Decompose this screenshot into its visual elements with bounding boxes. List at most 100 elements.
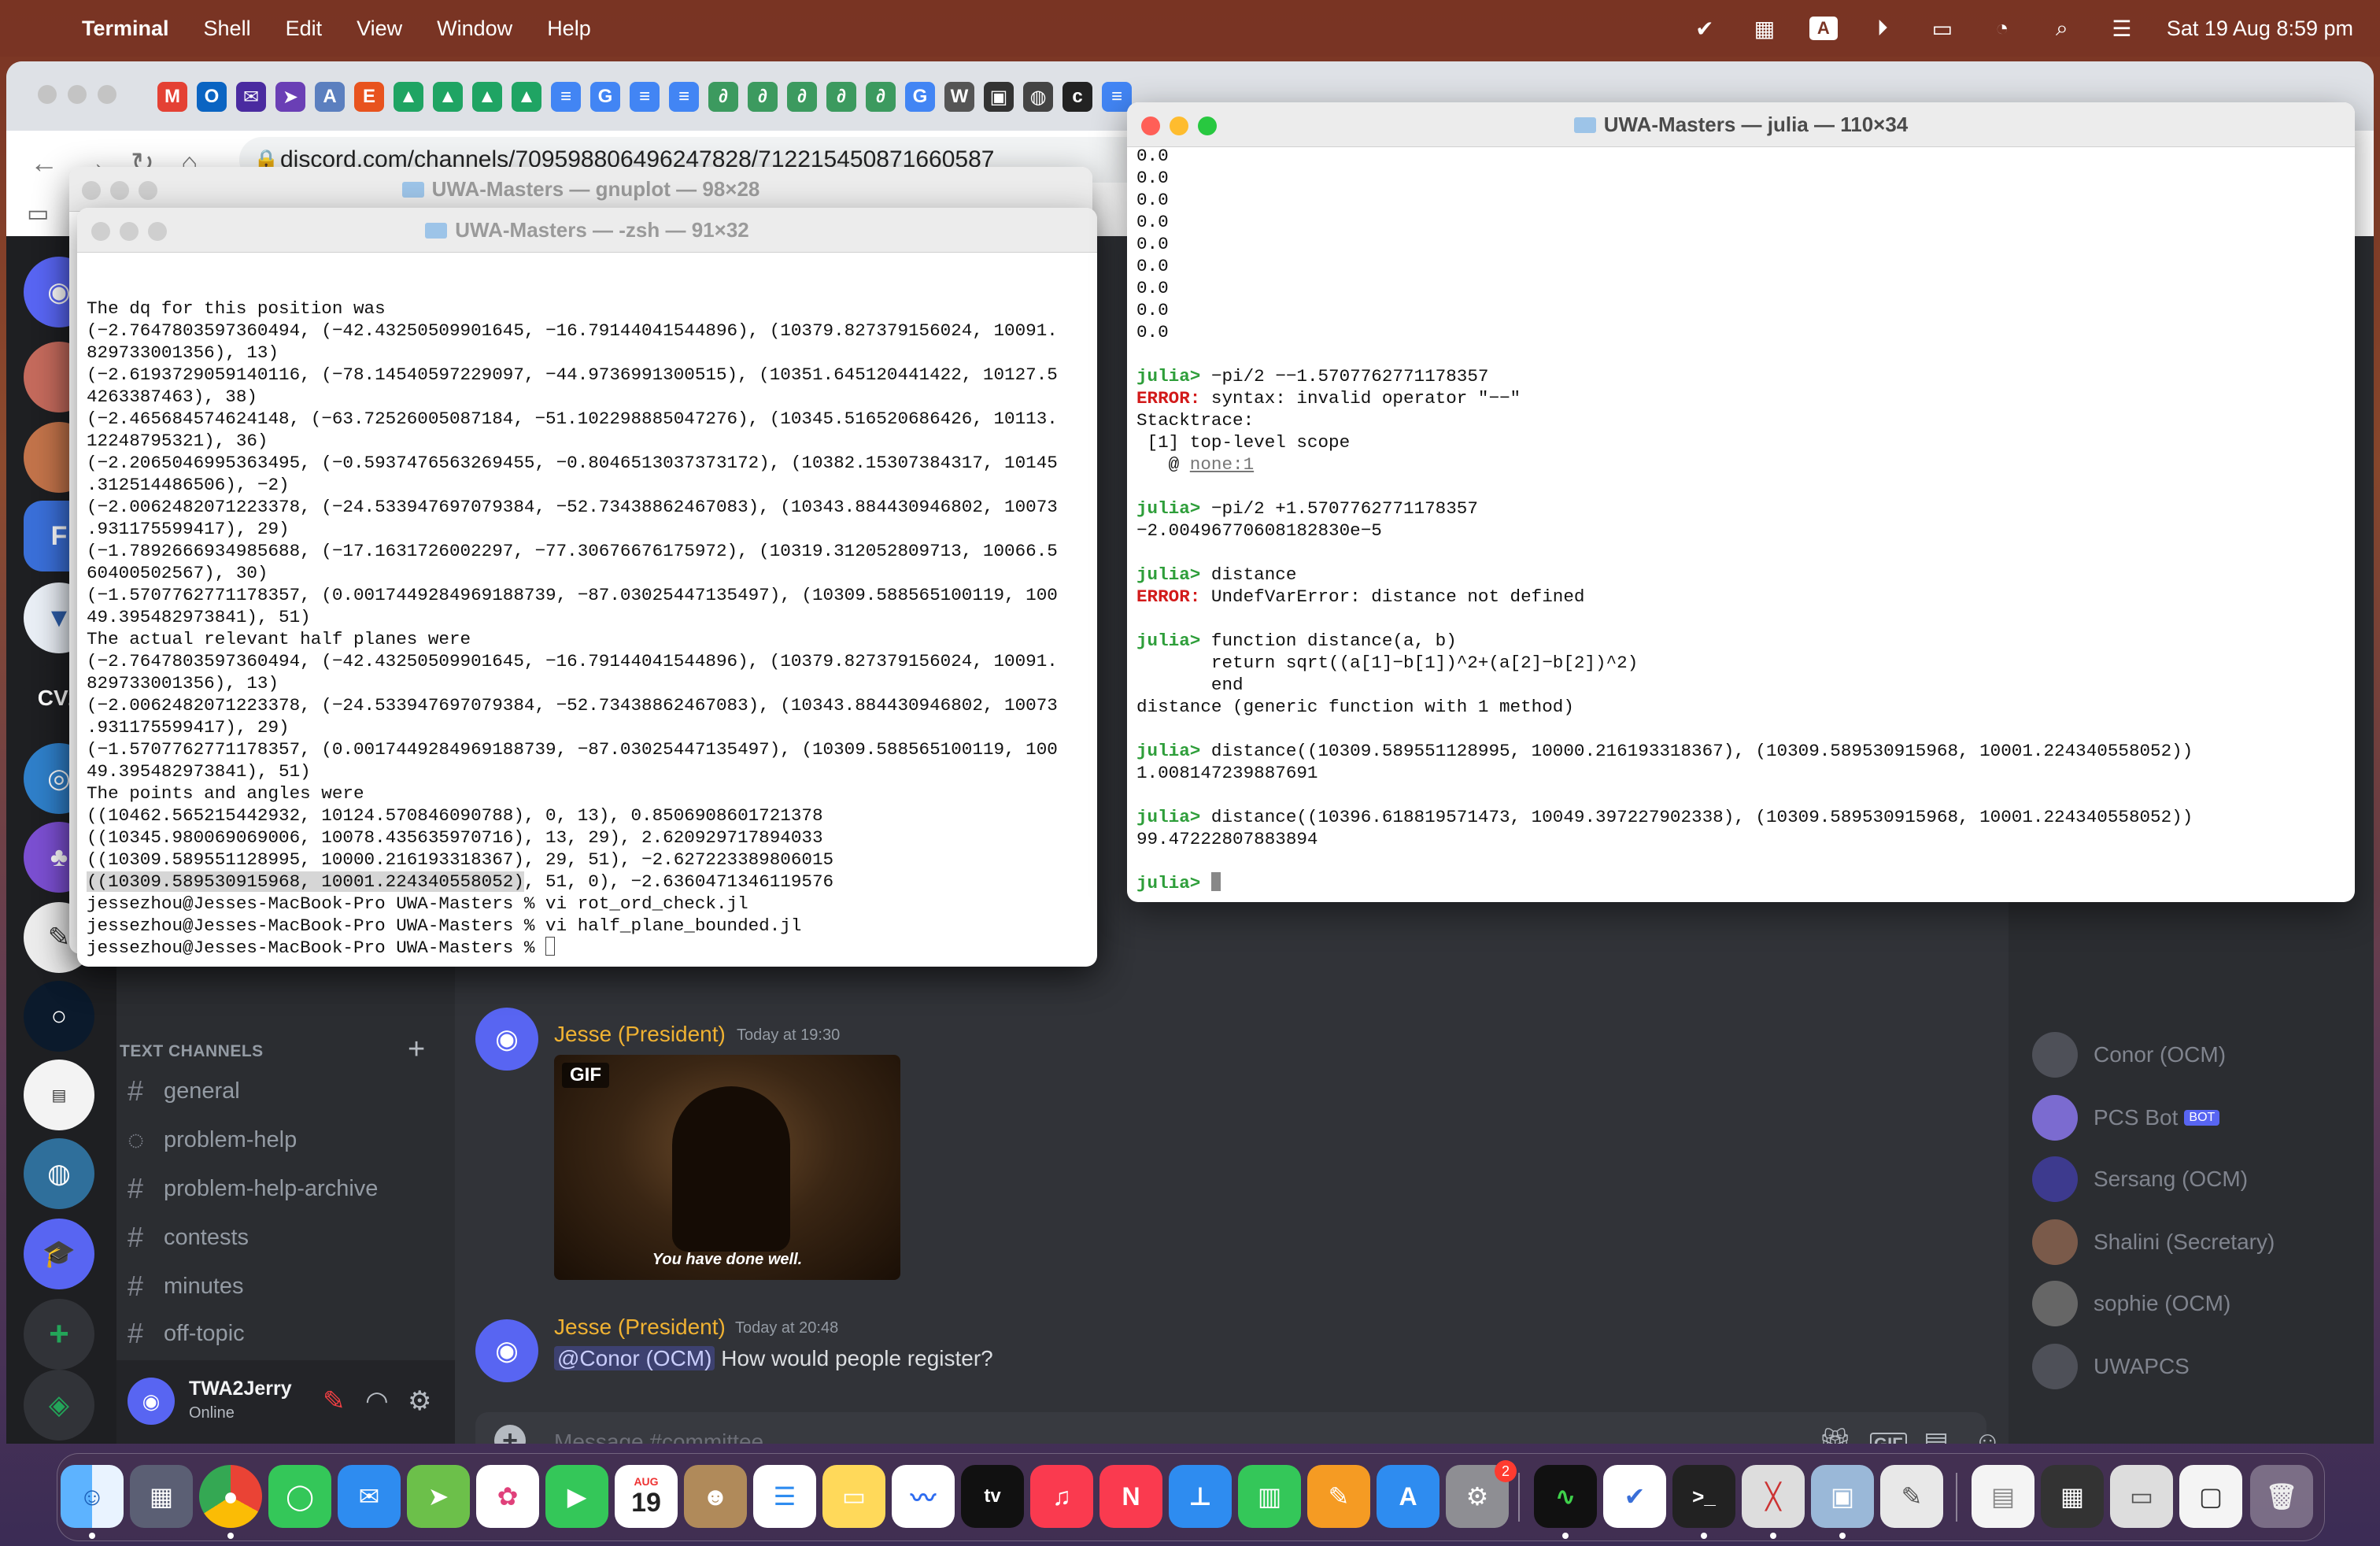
google-tab-icon[interactable]: G: [590, 82, 620, 112]
channel-problem-help[interactable]: ◌ problem-help: [128, 1118, 442, 1162]
composer-placeholder[interactable]: Message #committee: [554, 1429, 763, 1444]
mic-muted-icon[interactable]: ✎: [323, 1385, 346, 1417]
channel-contests[interactable]: # contests: [128, 1215, 442, 1259]
category-header[interactable]: TEXT CHANNELS: [120, 1042, 264, 1061]
drive-tab-icon[interactable]: ▲: [394, 82, 423, 112]
drive-tab-icon-2[interactable]: ▲: [433, 82, 463, 112]
battery-extra-icon[interactable]: ▦: [1750, 17, 1779, 41]
mail-icon[interactable]: ✉: [338, 1465, 401, 1528]
message-composer[interactable]: + Message #committee 🎁︎ GIF ▤ ☺: [475, 1412, 2001, 1444]
message-author[interactable]: Jesse (President): [554, 1315, 726, 1340]
control-center-icon[interactable]: ☰: [2107, 17, 2137, 41]
channel-minutes[interactable]: # minutes: [128, 1264, 442, 1308]
channel-off-topic[interactable]: # off-topic: [128, 1311, 442, 1356]
facetime-icon[interactable]: ▶: [545, 1465, 608, 1528]
drive-tab-icon-4[interactable]: ▲: [512, 82, 541, 112]
attach-plus-icon[interactable]: +: [494, 1425, 526, 1444]
channel-general[interactable]: # general: [128, 1069, 442, 1113]
mail-tab-icon[interactable]: ✉: [236, 82, 266, 112]
close-light[interactable]: [91, 222, 110, 241]
document-icon[interactable]: ▤: [1972, 1465, 2034, 1528]
server-icon-10[interactable]: ◍: [24, 1138, 94, 1209]
leaf-tab-icon-4[interactable]: ∂: [826, 82, 856, 112]
downloads-stack-icon[interactable]: ▦: [2041, 1465, 2104, 1528]
add-channel-icon[interactable]: +: [408, 1033, 425, 1067]
member-item[interactable]: sophie (OCM): [2032, 1280, 2230, 1327]
member-item[interactable]: Conor (OCM): [2032, 1031, 2226, 1078]
gmail-tab-icon[interactable]: M: [157, 82, 187, 112]
server-icon-9[interactable]: ▤: [24, 1060, 94, 1130]
back-icon[interactable]: ←: [30, 146, 58, 179]
search-icon[interactable]: ⌕: [2047, 16, 2077, 40]
task-check-icon[interactable]: ✔: [1690, 17, 1720, 41]
window-titlebar[interactable]: UWA-Masters — -zsh — 91×32: [77, 208, 1097, 253]
outlook-tab-icon[interactable]: O: [197, 82, 227, 112]
keynote-icon[interactable]: ⊥: [1169, 1465, 1232, 1528]
add-server-icon[interactable]: +: [24, 1299, 94, 1370]
window-titlebar[interactable]: UWA-Masters — gnuplot — 98×28: [69, 167, 1092, 212]
trash-icon[interactable]: 🗑︎: [2250, 1465, 2313, 1528]
numbers-icon[interactable]: ▥: [1238, 1465, 1301, 1528]
member-item[interactable]: UWAPCS: [2032, 1343, 2190, 1390]
etsy-tab-icon[interactable]: E: [354, 82, 384, 112]
photos-icon[interactable]: ✿: [476, 1465, 539, 1528]
menu-view[interactable]: View: [357, 17, 402, 41]
input-source-icon[interactable]: A: [1809, 17, 1838, 40]
message-author[interactable]: Jesse (President): [554, 1022, 726, 1047]
terminal-icon[interactable]: >_: [1672, 1465, 1735, 1528]
finder-icon[interactable]: ☺: [61, 1465, 124, 1528]
app-store-icon[interactable]: A: [1377, 1465, 1439, 1528]
close-light[interactable]: [1141, 117, 1160, 135]
close-light[interactable]: [38, 85, 57, 104]
messages-icon[interactable]: ◯: [268, 1465, 331, 1528]
menu-window[interactable]: Window: [437, 17, 512, 41]
leaf-tab-icon-3[interactable]: ∂: [787, 82, 817, 112]
globe-tab-icon[interactable]: ◍: [1023, 82, 1053, 112]
zoom-light[interactable]: [139, 181, 157, 200]
wifi-icon[interactable]: ◔: [1987, 16, 2017, 40]
chrome-icon[interactable]: ●: [199, 1465, 262, 1528]
chart-tab-icon[interactable]: A: [315, 82, 345, 112]
folder-icon[interactable]: ▭: [27, 200, 49, 227]
docs-tab-icon-2[interactable]: ≡: [630, 82, 660, 112]
terminal-window-julia[interactable]: UWA-Masters — julia — 110×34 0.0 0.0 0.0…: [1127, 102, 2355, 902]
menu-help[interactable]: Help: [547, 17, 591, 41]
music-icon[interactable]: ♫: [1030, 1465, 1093, 1528]
minimize-light[interactable]: [1170, 117, 1188, 135]
battery-icon[interactable]: ▭: [1927, 17, 1957, 41]
settings-gear-icon[interactable]: ⚙: [408, 1385, 431, 1417]
user-mention[interactable]: @Conor (OCM): [554, 1346, 715, 1370]
gif-image[interactable]: GIF You have done well.: [554, 1055, 900, 1280]
window-thumbnail-icon[interactable]: ▢: [2179, 1465, 2242, 1528]
gif-picker-icon[interactable]: GIF: [1870, 1433, 1907, 1444]
leaf-tab-icon[interactable]: ∂: [708, 82, 738, 112]
minimize-light[interactable]: [110, 181, 129, 200]
menu-clock[interactable]: Sat 19 Aug 8:59 pm: [2167, 17, 2353, 41]
channel-problem-help-archive[interactable]: # problem-help-archive: [128, 1167, 442, 1211]
terminal-window-zsh[interactable]: UWA-Masters — -zsh — 91×32 The dq for th…: [77, 208, 1097, 967]
username[interactable]: TWA2Jerry: [189, 1378, 292, 1400]
member-item[interactable]: Shalini (Secretary): [2032, 1219, 2275, 1266]
sticker-icon[interactable]: ▤: [1924, 1426, 1949, 1444]
wikipedia-tab-icon[interactable]: W: [944, 82, 974, 112]
minimize-light[interactable]: [68, 85, 87, 104]
gift-icon[interactable]: 🎁︎: [1818, 1426, 1852, 1444]
zoom-light[interactable]: [98, 85, 116, 104]
maps-icon[interactable]: ➤: [407, 1465, 470, 1528]
zoom-light[interactable]: [1198, 117, 1217, 135]
cse-tab-icon[interactable]: c: [1062, 82, 1092, 112]
zoom-light[interactable]: [148, 222, 167, 241]
image-tab-icon[interactable]: ▣: [984, 82, 1014, 112]
server-icon-11[interactable]: 🎓: [24, 1219, 94, 1289]
screenshot-stack-icon[interactable]: ▭: [2110, 1465, 2173, 1528]
news-icon[interactable]: N: [1099, 1465, 1162, 1528]
docs-tab-icon[interactable]: ≡: [551, 82, 581, 112]
menu-shell[interactable]: Shell: [204, 17, 251, 41]
send-tab-icon[interactable]: ➤: [275, 82, 305, 112]
leaf-tab-icon-2[interactable]: ∂: [748, 82, 778, 112]
avatar[interactable]: ◉: [475, 1319, 538, 1382]
window-titlebar[interactable]: UWA-Masters — julia — 110×34: [1127, 102, 2355, 147]
notes-icon[interactable]: ▭: [822, 1465, 885, 1528]
server-icon-8[interactable]: ○: [24, 981, 94, 1052]
preview-icon[interactable]: ▣: [1811, 1465, 1874, 1528]
